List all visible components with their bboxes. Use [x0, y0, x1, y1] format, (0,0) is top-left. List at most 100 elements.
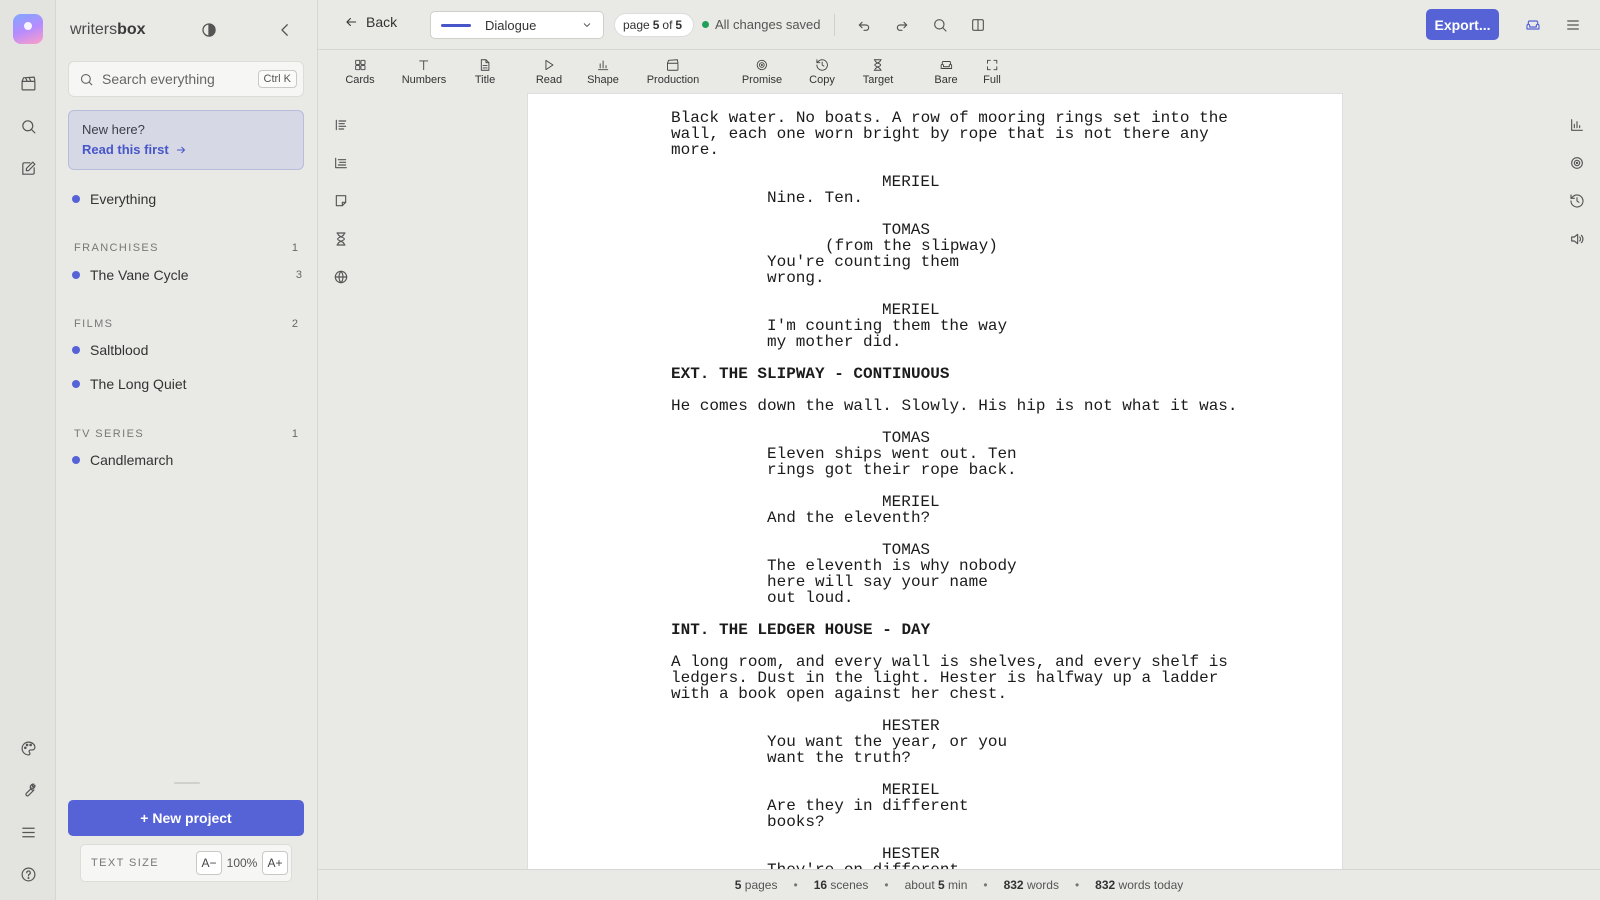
dialogue-line[interactable]: Eleven ships went out. Ten rings got the… [671, 446, 1021, 478]
couch-icon[interactable] [1523, 15, 1543, 35]
character-cue[interactable]: MERIEL [671, 494, 1251, 510]
character-cue[interactable]: MERIEL [671, 782, 1251, 798]
split-view-icon[interactable] [968, 15, 988, 35]
find-icon[interactable] [930, 15, 950, 35]
history-icon[interactable] [1567, 191, 1587, 211]
help-icon[interactable] [14, 860, 42, 888]
character-cue[interactable]: HESTER [671, 846, 1251, 862]
stats-chart-icon[interactable] [1567, 115, 1587, 135]
palette-icon[interactable] [14, 734, 42, 762]
script-body[interactable]: Black water. No boats. A row of mooring … [671, 110, 1251, 869]
resize-grip[interactable] [174, 782, 200, 784]
read-this-first-label: Read this first [82, 142, 169, 157]
sidebar-item-label: Candlemarch [90, 452, 174, 468]
dialogue-line[interactable]: And the eleventh? [671, 510, 1021, 526]
promise-label: Promise [741, 74, 783, 86]
sidebar-item-saltblood[interactable]: Saltblood [72, 342, 302, 358]
scene-heading[interactable]: INT. THE LEDGER HOUSE - DAY [671, 622, 1251, 638]
brand-wordmark: writersbox [70, 21, 146, 39]
text-size-increase-button[interactable]: A+ [262, 851, 288, 875]
app-rail [0, 0, 56, 900]
element-type-swatch [441, 23, 471, 27]
script-page[interactable]: Black water. No boats. A row of mooring … [528, 94, 1342, 869]
sidebar-item-candlemarch[interactable]: Candlemarch [72, 452, 302, 468]
brand-prefix: writers [70, 21, 118, 38]
collapse-sidebar-icon[interactable] [276, 21, 294, 39]
app-logo[interactable] [13, 14, 43, 44]
shape-label: Shape [587, 74, 619, 86]
section-tv-series: TV SERIES 1 [74, 428, 298, 440]
character-cue[interactable]: HESTER [671, 718, 1251, 734]
export-button[interactable]: Export... [1426, 9, 1499, 40]
bare-button[interactable]: Bare [934, 58, 958, 86]
numbers-button[interactable]: Numbers [401, 58, 447, 86]
dialogue-line[interactable]: Nine. Ten. [671, 190, 1021, 206]
contrast-toggle-icon[interactable] [200, 21, 218, 39]
dialogue-line[interactable]: You want the year, or you want the truth… [671, 734, 1021, 766]
section-count: 1 [291, 428, 298, 440]
speaker-icon[interactable] [1567, 229, 1587, 249]
section-films: FILMS 2 [74, 318, 298, 330]
word-count: 832 words [1004, 878, 1059, 892]
action-line[interactable]: He comes down the wall. Slowly. His hip … [671, 398, 1251, 414]
edit-note-icon[interactable] [14, 154, 42, 182]
dialogue-line[interactable]: You're counting them wrong. [671, 254, 1021, 286]
text-size-decrease-button[interactable]: A− [196, 851, 222, 875]
runtime-unit: min [948, 878, 968, 892]
element-type-select[interactable]: Dialogue [430, 11, 604, 39]
numbers-label: Numbers [401, 74, 447, 86]
production-button[interactable]: Production [646, 58, 700, 86]
outline-list-icon[interactable] [331, 115, 351, 135]
onboarding-card: New here? Read this first [68, 110, 304, 170]
read-button[interactable]: Read [536, 58, 562, 86]
dialogue-line[interactable]: They're on different shelves. [671, 862, 1021, 869]
sidebar-item-everything[interactable]: Everything [72, 191, 302, 207]
globe-icon[interactable] [331, 267, 351, 287]
target-button[interactable]: Target [862, 58, 894, 86]
title-button[interactable]: Title [475, 58, 495, 86]
sidebar-item-vane-cycle[interactable]: The Vane Cycle 3 [72, 267, 302, 283]
target-icon[interactable] [1567, 153, 1587, 173]
clapperboard-icon [667, 59, 679, 71]
search-box: Ctrl K [68, 61, 304, 97]
undo-icon[interactable] [854, 15, 874, 35]
target-label: Target [862, 74, 894, 86]
character-cue[interactable]: MERIEL [671, 174, 1251, 190]
action-line[interactable]: A long room, and every wall is shelves, … [671, 654, 1251, 702]
character-cue[interactable]: TOMAS [671, 542, 1251, 558]
checklist-icon[interactable] [331, 153, 351, 173]
shape-button[interactable]: Shape [587, 58, 619, 86]
menu-icon[interactable] [14, 818, 42, 846]
hamburger-menu-icon[interactable] [1563, 15, 1583, 35]
copy-button[interactable]: Copy [809, 58, 835, 86]
production-label: Production [646, 74, 700, 86]
cards-button[interactable]: Cards [345, 58, 375, 86]
scene-heading[interactable]: EXT. THE SLIPWAY - CONTINUOUS [671, 366, 1251, 382]
action-line[interactable]: Black water. No boats. A row of mooring … [671, 110, 1251, 158]
redo-icon[interactable] [892, 15, 912, 35]
search-input[interactable] [102, 71, 242, 87]
page-of: of [662, 18, 673, 32]
parenthetical[interactable]: (from the slipway) [671, 238, 1251, 254]
promise-button[interactable]: Promise [742, 58, 782, 86]
character-cue[interactable]: MERIEL [671, 302, 1251, 318]
read-this-first-link[interactable]: Read this first [82, 142, 290, 157]
section-franchises: FRANCHISES 1 [74, 242, 298, 254]
back-button[interactable]: Back [344, 14, 397, 30]
sidebar-item-label: The Long Quiet [90, 376, 187, 392]
full-button[interactable]: Full [983, 58, 1001, 86]
page-count-label: pages [744, 878, 778, 892]
character-cue[interactable]: TOMAS [671, 430, 1251, 446]
grid-icon [354, 59, 366, 71]
dialogue-line[interactable]: Are they in different books? [671, 798, 1021, 830]
sticky-note-icon[interactable] [331, 191, 351, 211]
dialogue-line[interactable]: I'm counting them the way my mother did. [671, 318, 1021, 350]
search-icon[interactable] [14, 112, 42, 140]
new-project-button[interactable]: + New project [68, 800, 304, 836]
dialogue-line[interactable]: The eleventh is why nobody here will say… [671, 558, 1021, 606]
sidebar-item-long-quiet[interactable]: The Long Quiet [72, 376, 302, 392]
wrench-icon[interactable] [14, 776, 42, 804]
clapperboard-icon[interactable] [14, 69, 42, 97]
character-cue[interactable]: TOMAS [671, 222, 1251, 238]
hourglass-icon[interactable] [331, 229, 351, 249]
